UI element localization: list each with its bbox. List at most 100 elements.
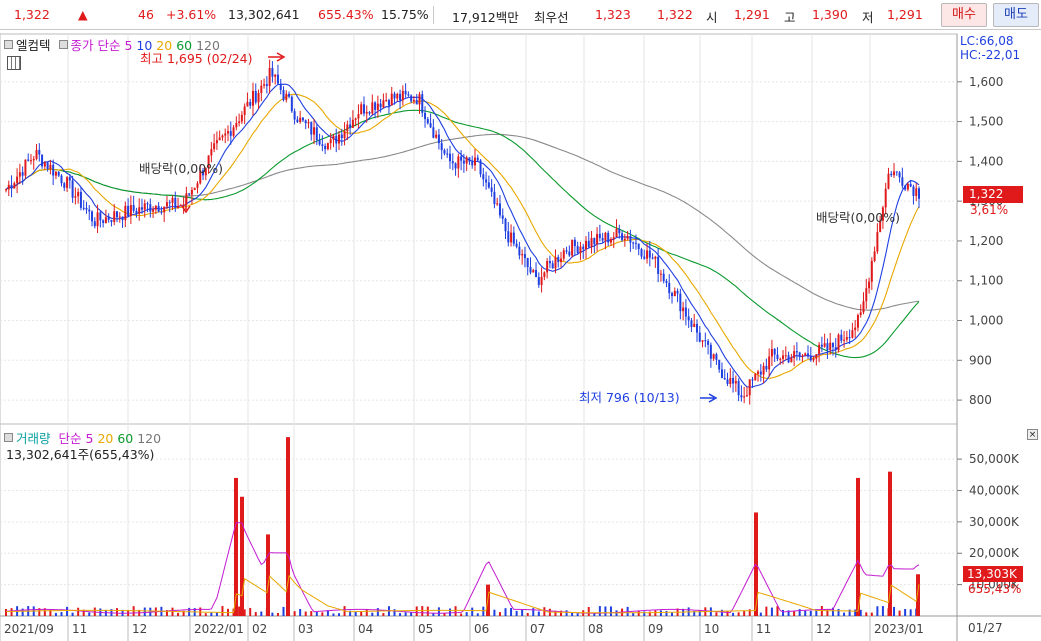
low-label: 저 [862,10,874,25]
volume-bar [116,608,119,616]
x-tick-label: 10 [704,622,719,636]
candle-body [190,189,193,195]
candle-body [612,237,615,240]
volume-bar [432,613,435,616]
candle-body [129,205,132,217]
volume-bar [271,612,274,616]
ticker-volume: 13,302,641 [228,7,300,22]
table-icon[interactable] [7,56,21,70]
candle-body [884,188,887,208]
panel-toggle-icon[interactable] [4,40,13,49]
candle-body [282,89,285,100]
volume-toggle-icon[interactable] [4,433,13,442]
price-tick-label: 1,200 [969,234,1003,248]
volume-bar [793,611,796,616]
high-label: 고 [784,10,796,25]
volume-bar [510,607,513,616]
candle-body [468,157,471,162]
candle-body [701,340,704,342]
candle-body [904,185,907,190]
candle-body [299,117,302,122]
candle-body [290,96,293,112]
candle-body [782,355,785,359]
candle-body [579,246,582,254]
candle-body [263,84,266,86]
candle-body [823,343,826,347]
candle-body [512,232,515,244]
candle-body [343,131,346,139]
best-ask-label: 최우선 [534,10,569,25]
candle-body [440,143,443,151]
volume-bar [809,610,812,616]
candle-body [465,157,468,164]
candle-body [665,281,668,283]
dividend-note-2: 배당락(0,00%) [816,210,900,225]
candle-body [668,282,671,294]
price-tick-label: 1,100 [969,274,1003,288]
candle-body [41,154,44,167]
volume-bar [571,612,574,616]
candle-body [845,337,848,340]
volume-bar [482,606,485,616]
candle-body [393,93,396,99]
candle-body [615,228,618,238]
candle-body [651,257,654,259]
volume-bar [526,613,529,616]
hc-label: HC:-22,01 [960,48,1021,62]
ticker-bar: 1,322 ▲ 46 +3.61% 13,302,641 655.43% 15.… [0,0,1041,30]
volume-spike-bar [240,496,244,616]
candle-body [720,369,723,378]
volume-bar [543,607,546,616]
buy-button[interactable]: 매수 [941,3,987,27]
candle-body [876,232,879,252]
candle-body [38,149,41,155]
candle-body [518,246,521,256]
candle-body [71,180,74,198]
candle-body [332,135,335,140]
candle-body [16,176,19,184]
candle-body [240,114,243,122]
candle-body [74,196,77,198]
candle-body [482,174,485,180]
candle-body [820,344,823,347]
candle-body [659,273,662,275]
volume-bar [471,607,474,616]
x-tick-label: 08 [588,622,603,636]
volume-bar [843,612,846,616]
volume-ma20-line [5,574,920,614]
candle-body [182,204,185,206]
close-icon[interactable]: × [1027,429,1038,440]
candle-body [546,261,549,273]
candle-body [215,140,218,144]
candle-body [551,263,554,269]
candle-body [396,93,399,99]
candle-body [213,143,216,150]
candle-body [354,118,357,120]
candle-body [601,238,604,241]
candle-body [504,218,507,232]
candle-body [501,215,504,219]
candle-body [723,377,726,380]
x-tick-label: 12 [132,622,147,636]
candle-body [435,134,438,138]
volume-bar [632,612,635,616]
volume-bar [881,606,884,616]
candle-body [326,143,329,150]
candle-body [107,217,110,220]
candle-body [521,254,524,256]
candle-body [313,127,316,135]
best-ask: 1,323 [595,7,631,22]
candle-body [52,164,55,176]
sell-button[interactable]: 매도 [993,3,1039,27]
candle-body [745,395,748,397]
candle-body [13,183,16,189]
ma20-line [5,93,920,379]
candle-body [307,122,310,124]
candle-body [451,161,454,164]
candle-body [526,258,529,268]
candle-body [285,93,288,100]
stock-chart[interactable]: 1,6001,5001,4001,3001,2001,1001,00090080… [0,30,1041,641]
candle-body [63,183,66,188]
candle-body [118,216,121,218]
candle-body [801,355,804,357]
